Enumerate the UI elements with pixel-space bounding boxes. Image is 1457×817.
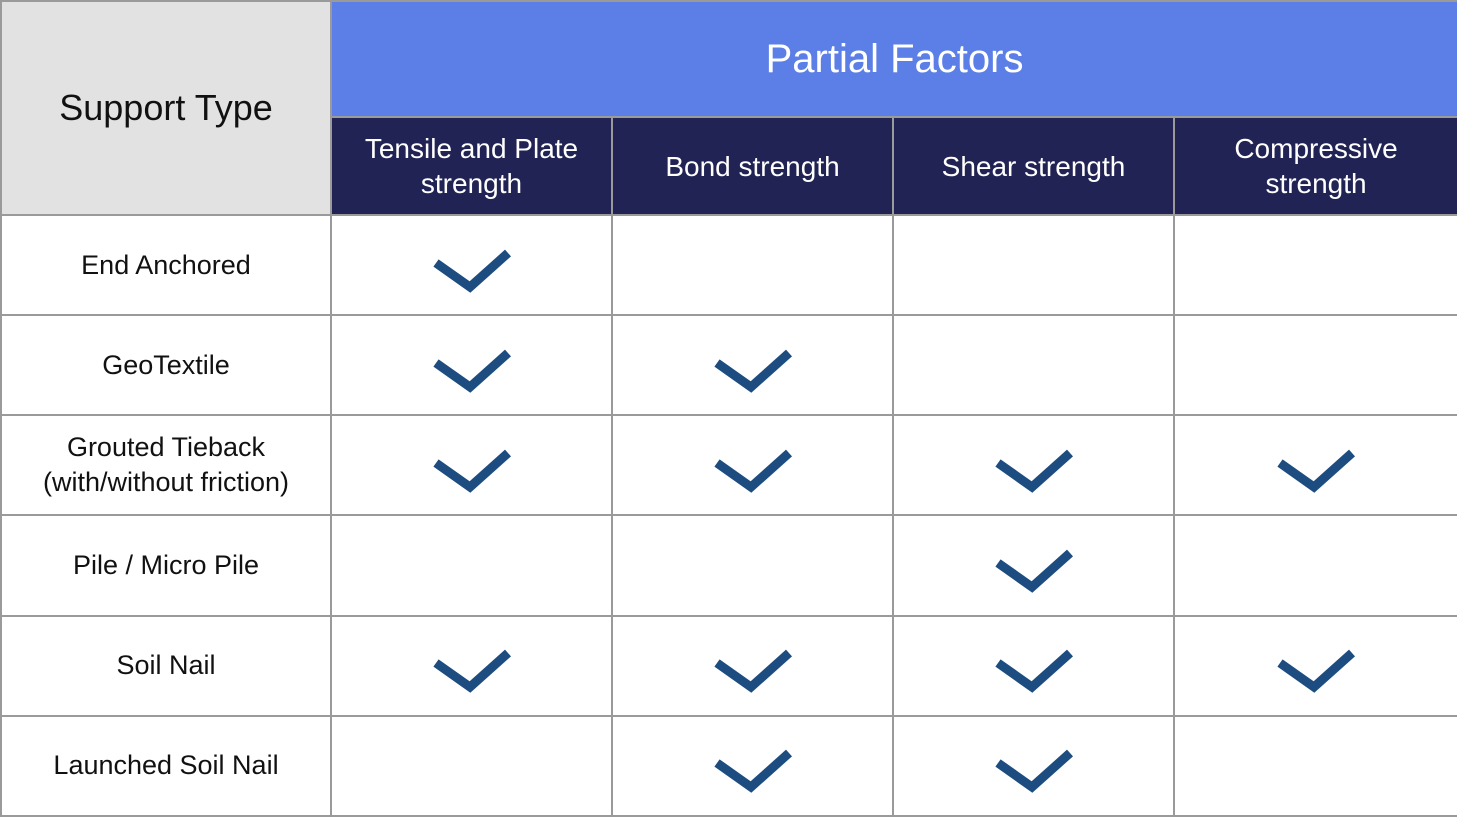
factor-cell (330, 314, 613, 417)
factor-cell (330, 714, 613, 817)
support-type-cell: End Anchored (0, 213, 332, 317)
factor-cell (611, 614, 894, 717)
column-header: Shear strength (892, 116, 1175, 216)
checkmark-icon (432, 333, 512, 393)
checkmark-icon (713, 433, 793, 493)
factor-cell (611, 314, 894, 417)
factor-cell (611, 414, 894, 517)
column-header: Tensile and Plate strength (330, 116, 613, 216)
column-header-line: Compressive (1234, 133, 1398, 164)
factor-cell (892, 514, 1175, 617)
support-type-label: Launched Soil Nail (53, 750, 279, 781)
checkmark-icon (994, 633, 1074, 693)
factor-cell (1172, 213, 1457, 317)
partial-factors-header: Partial Factors (329, 0, 1457, 118)
table-row: End Anchored (0, 213, 1457, 317)
factor-cell (330, 614, 613, 717)
checkmark-icon (432, 233, 512, 293)
support-type-label: GeoTextile (102, 349, 230, 380)
checkmark-icon (432, 433, 512, 493)
support-type-label: Pile / Micro Pile (72, 550, 260, 581)
factor-cell (1172, 414, 1457, 517)
support-type-header: Support Type (0, 0, 332, 216)
column-header-line: Shear strength (941, 150, 1126, 182)
factor-cell (1172, 614, 1457, 717)
factor-cell (611, 213, 894, 317)
column-header: Bond strength (611, 116, 894, 216)
factor-cell (330, 414, 613, 517)
factor-cell (611, 514, 894, 617)
checkmark-icon (432, 633, 512, 693)
factor-cell (892, 714, 1175, 817)
checkmark-icon (994, 433, 1074, 493)
support-type-label: Grouted Tieback (66, 432, 266, 463)
table-row: Launched Soil Nail (0, 714, 1457, 817)
factor-cell (330, 213, 613, 317)
support-type-label: Soil Nail (116, 650, 216, 681)
support-type-cell: Pile / Micro Pile (0, 514, 332, 617)
factor-cell (892, 213, 1175, 317)
table-row: Grouted Tieback (with/without friction) (0, 414, 1457, 517)
factor-cell (892, 314, 1175, 417)
table-row: Soil Nail (0, 614, 1457, 717)
checkmark-icon (1276, 633, 1356, 693)
column-header: Compressive strength (1172, 116, 1457, 216)
support-type-cell: GeoTextile (0, 314, 332, 417)
support-type-cell: Soil Nail (0, 614, 332, 717)
checkmark-icon (1276, 433, 1356, 493)
table-row: GeoTextile (0, 314, 1457, 417)
column-header-line: strength (1265, 168, 1367, 199)
factor-cell (611, 714, 894, 817)
checkmark-icon (713, 733, 793, 794)
checkmark-icon (994, 733, 1074, 794)
checkmark-icon (713, 633, 793, 693)
partial-factors-table: Support Type Partial Factors Tensile and… (0, 0, 1457, 817)
checkmark-icon (994, 533, 1074, 593)
table-body: End Anchored GeoTextile Grouted Tieback (wi… (0, 213, 1457, 817)
table-row: Pile / Micro Pile (0, 514, 1457, 617)
support-type-label: (with/without friction) (42, 467, 290, 498)
factor-cell (1172, 514, 1457, 617)
column-header-line: Bond strength (665, 150, 840, 182)
factor-cell (892, 414, 1175, 517)
checkmark-icon (713, 333, 793, 393)
factor-cell (1172, 714, 1457, 817)
support-type-cell: Launched Soil Nail (0, 714, 332, 817)
factor-cell (330, 514, 613, 617)
factor-cell (892, 614, 1175, 717)
support-type-cell: Grouted Tieback (with/without friction) (0, 414, 332, 517)
column-header-line: strength (420, 168, 523, 199)
factor-cell (1172, 314, 1457, 417)
support-type-label: End Anchored (81, 249, 251, 280)
column-header-line: Tensile and Plate (364, 133, 579, 164)
